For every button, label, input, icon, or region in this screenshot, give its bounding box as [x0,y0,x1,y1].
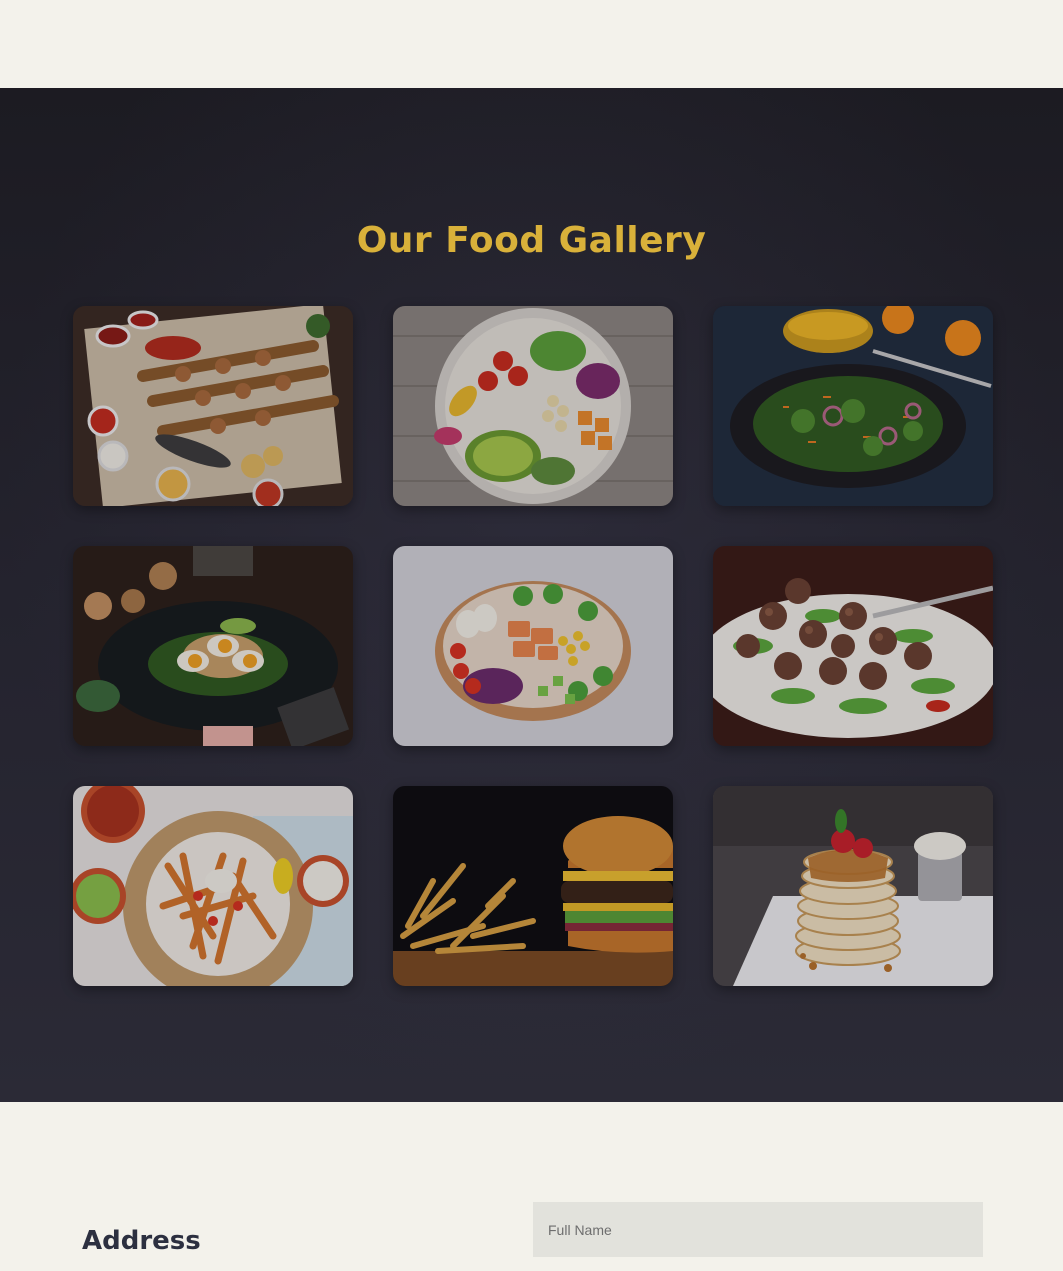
gallery-tile-meatball-arugula-plate[interactable] [713,546,993,746]
address-heading: Address [82,1226,201,1256]
gallery-tile-egg-avocado-toast[interactable] [73,546,353,746]
gallery-tile-veggie-avocado-bowl[interactable] [393,306,673,506]
gallery-tile-pancake-stack[interactable] [713,786,993,986]
top-band [0,0,1063,88]
gallery-tile-salmon-poke-bowl[interactable] [393,546,673,746]
gallery-tile-dark-plate-salad[interactable] [713,306,993,506]
veggie-avocado-bowl-image [393,306,673,506]
burger-and-fries-image [393,786,673,986]
gallery-title: Our Food Gallery [356,220,707,261]
meatball-arugula-plate-image [713,546,993,746]
full-name-input[interactable] [533,1202,983,1257]
gallery-tile-grilled-kebab-platter[interactable] [73,306,353,506]
gallery-tile-burger-and-fries[interactable] [393,786,673,986]
grilled-kebab-platter-image [73,306,353,506]
loaded-fries-image [73,786,353,986]
pancake-stack-image [713,786,993,986]
dark-plate-salad-image [713,306,993,506]
contact-section: Address [0,1102,1063,1271]
salmon-poke-bowl-image [393,546,673,746]
gallery-tile-loaded-fries[interactable] [73,786,353,986]
egg-avocado-toast-image [73,546,353,746]
food-gallery-section: Our Food Gallery [0,88,1063,1102]
gallery-grid [73,306,993,986]
